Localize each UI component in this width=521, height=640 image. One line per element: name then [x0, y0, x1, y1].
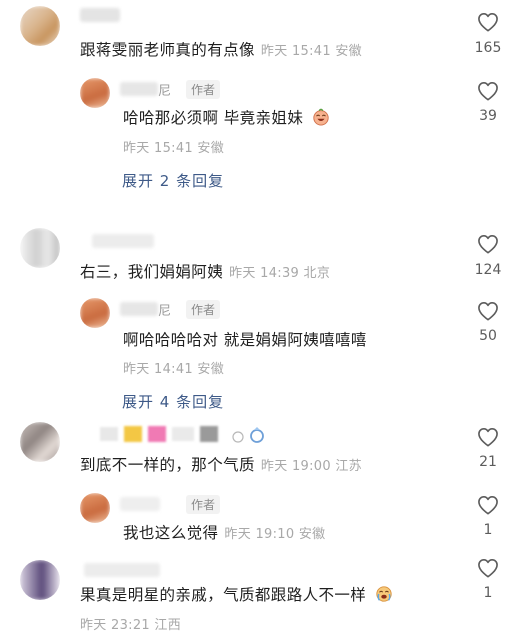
comment-text: 右三，我们娟娟阿姨 [80, 263, 224, 281]
like-count: 21 [479, 454, 497, 470]
comment-text: 跟蒋雯丽老师真的有点像 [80, 41, 255, 59]
author-badge: 作者 [186, 80, 221, 99]
like-count: 165 [474, 40, 502, 56]
comment-meta: 昨天 14:39 北京 [229, 266, 331, 281]
avatar[interactable] [80, 493, 110, 523]
laughing-face-emoji [312, 108, 329, 126]
username-blurred[interactable] [80, 8, 120, 22]
heart-icon[interactable] [477, 301, 499, 321]
crying-face-emoji [375, 586, 392, 602]
username-fragment: 尼 [158, 304, 172, 319]
heart-icon[interactable] [477, 234, 499, 254]
comment-text: 果真是明星的亲戚，气质都跟路人不一样 [80, 586, 367, 604]
like-count: 50 [479, 328, 497, 344]
username-blurred[interactable] [100, 426, 218, 442]
username-blurred[interactable] [92, 234, 154, 248]
comment-text: 到底不一样的，那个气质 [80, 456, 255, 474]
avatar[interactable] [20, 422, 60, 462]
like-count: 1 [483, 522, 493, 538]
like-count: 124 [474, 262, 502, 278]
avatar[interactable] [20, 6, 60, 46]
like-count: 39 [479, 108, 497, 124]
reply-meta: 昨天 19:10 安徽 [224, 527, 326, 542]
reply-text-line: 我也这么觉得 昨天 19:10 安徽 [123, 521, 325, 543]
author-badge: 作者 [186, 300, 221, 319]
reply-text: 哈哈那必须啊 毕竟亲姐妹 [123, 109, 304, 127]
comment-meta: 昨天 23:21 江西 [80, 618, 182, 633]
expand-replies-button[interactable]: 展开 2 条回复 [122, 170, 224, 191]
avatar[interactable] [80, 78, 110, 108]
reply-meta: 昨天 14:41 安徽 [123, 362, 225, 377]
username-blurred[interactable] [84, 563, 160, 577]
reply-meta: 昨天 15:41 安徽 [123, 141, 225, 156]
avatar[interactable] [80, 298, 110, 328]
reply-text-line: 哈哈那必须啊 毕竟亲姐妹 [123, 106, 330, 128]
comment-text-line: 果真是明星的亲戚，气质都跟路人不一样 [80, 583, 393, 605]
heart-icon[interactable] [477, 12, 499, 32]
ring-icon [232, 427, 264, 443]
reply-text: 啊哈哈哈哈对 就是娟娟阿姨嘻嘻嘻 [123, 331, 367, 349]
author-badge: 作者 [186, 495, 221, 514]
expand-replies-button[interactable]: 展开 4 条回复 [122, 391, 224, 412]
like-count: 1 [483, 585, 493, 601]
reply-text: 我也这么觉得 [123, 524, 219, 542]
username-fragment: 尼 [158, 84, 172, 99]
avatar[interactable] [20, 560, 60, 600]
heart-icon[interactable] [477, 558, 499, 578]
avatar[interactable] [20, 228, 60, 268]
comment-meta: 昨天 19:00 江苏 [260, 459, 362, 474]
username-blurred[interactable] [120, 82, 158, 96]
heart-icon[interactable] [477, 495, 499, 515]
comment-text-line: 跟蒋雯丽老师真的有点像 昨天 15:41 安徽 [80, 38, 362, 60]
username-blurred[interactable] [120, 497, 160, 511]
username-blurred[interactable] [120, 302, 158, 316]
comment-text-line: 到底不一样的，那个气质 昨天 19:00 江苏 [80, 453, 362, 475]
comment-text-line: 右三，我们娟娟阿姨 昨天 14:39 北京 [80, 260, 330, 282]
comment-meta: 昨天 15:41 安徽 [260, 44, 362, 59]
heart-icon[interactable] [477, 81, 499, 101]
heart-icon[interactable] [477, 427, 499, 447]
